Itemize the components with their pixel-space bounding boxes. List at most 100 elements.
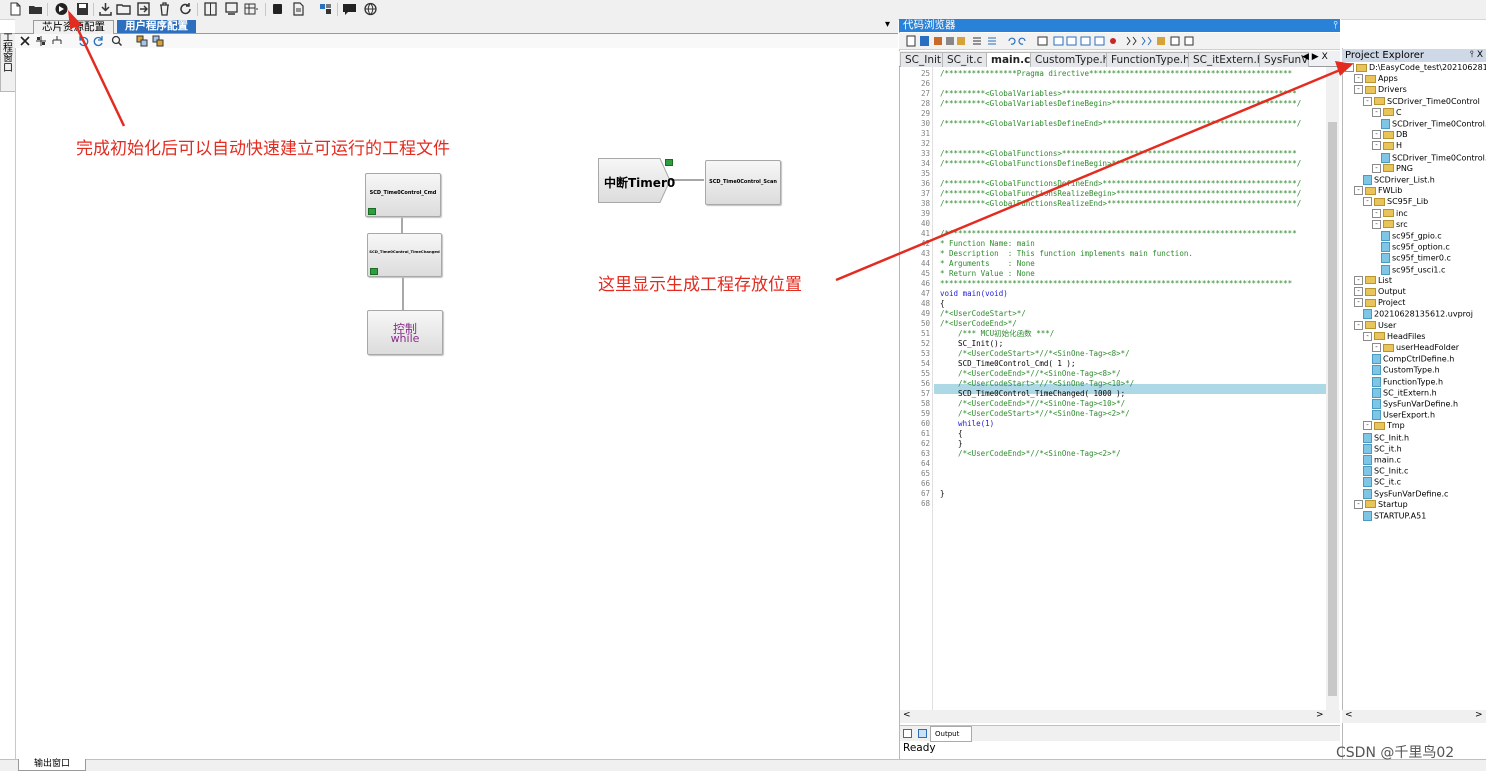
collapse-icon[interactable]: - bbox=[1354, 298, 1363, 308]
code-horizontal-scrollbar[interactable]: < > bbox=[900, 710, 1340, 723]
globe-icon[interactable] bbox=[363, 2, 378, 16]
code-toolbar-icons[interactable] bbox=[901, 35, 1201, 47]
code-tab[interactable]: FunctionType.h bbox=[1106, 52, 1195, 67]
save-icon[interactable] bbox=[75, 2, 90, 16]
open-folder-icon[interactable] bbox=[28, 2, 43, 16]
puzzle-icon[interactable] bbox=[318, 2, 333, 16]
tree-file-item[interactable]: STARTUP.A51 bbox=[1363, 511, 1426, 522]
tab-nav-controls[interactable]: ◀ ▶ X bbox=[1302, 52, 1328, 62]
tree-folder-item[interactable]: - List bbox=[1354, 275, 1392, 286]
node-port[interactable] bbox=[665, 159, 673, 166]
chat-icon[interactable] bbox=[342, 2, 357, 16]
tree-folder-item[interactable]: - DB bbox=[1372, 130, 1408, 140]
collapse-icon[interactable]: - bbox=[1363, 421, 1372, 431]
tree-folder-item[interactable]: - Output bbox=[1354, 287, 1406, 297]
tree-folder-item[interactable]: -C bbox=[1372, 107, 1402, 118]
align-icon[interactable] bbox=[35, 35, 47, 47]
panel-controls[interactable]: ⫯ X bbox=[1470, 49, 1483, 62]
collapse-icon[interactable]: - bbox=[1354, 74, 1363, 84]
import-icon[interactable] bbox=[136, 2, 151, 16]
layout-icon[interactable] bbox=[244, 2, 259, 16]
zoom-icon[interactable] bbox=[111, 35, 123, 47]
node-port[interactable] bbox=[370, 268, 378, 275]
node-time0control-scan[interactable]: SCD_Time0Control_Scan bbox=[705, 160, 781, 205]
document-icon[interactable] bbox=[291, 2, 306, 16]
tree-layout-icon[interactable] bbox=[51, 35, 65, 47]
tree-file-item[interactable]: sc95f_timer0.c bbox=[1381, 253, 1451, 264]
undo-icon[interactable] bbox=[77, 35, 89, 47]
scroll-left-icon[interactable]: < bbox=[1345, 710, 1353, 720]
node-control-while[interactable]: 控制 while bbox=[367, 310, 443, 355]
code-tab[interactable]: SC_itExtern.h bbox=[1188, 52, 1269, 67]
node-interrupt-timer0[interactable]: 中断Timer0 bbox=[598, 158, 675, 203]
collapse-icon[interactable]: - bbox=[1372, 343, 1381, 352]
tree-folder-item[interactable]: - Tmp bbox=[1363, 421, 1405, 431]
collapse-icon[interactable]: - bbox=[1363, 331, 1372, 341]
delete-icon[interactable] bbox=[157, 2, 172, 16]
collapse-icon[interactable]: - bbox=[1363, 197, 1372, 207]
collapse-icon[interactable]: - bbox=[1372, 163, 1381, 173]
tree-folder-item[interactable]: - PNG bbox=[1372, 163, 1413, 174]
code-tab-active[interactable]: main.c bbox=[986, 52, 1036, 67]
tree-file-item[interactable]: SC_Init.h bbox=[1363, 432, 1409, 444]
node-port[interactable] bbox=[368, 208, 376, 215]
tree-file-item[interactable]: SC_it.h bbox=[1363, 443, 1402, 455]
code-editor[interactable]: /****************Pragma directive*******… bbox=[934, 67, 1326, 710]
panel-dropdown-icon[interactable]: ▾ bbox=[885, 19, 890, 30]
tree-folder-item[interactable]: - Project bbox=[1354, 298, 1405, 308]
code-vertical-scrollbar[interactable] bbox=[1326, 67, 1339, 710]
collapse-icon[interactable]: - bbox=[1354, 499, 1363, 509]
tree-file-item[interactable]: 20210628135612.uvproj bbox=[1363, 309, 1473, 320]
output-window-tab[interactable]: 输出窗口 bbox=[18, 759, 86, 771]
tree-file-item[interactable]: SC_Init.c bbox=[1363, 466, 1408, 477]
tree-folder-item[interactable]: - HeadFiles bbox=[1363, 331, 1425, 342]
tree-file-item[interactable]: UserExport.h bbox=[1372, 410, 1435, 421]
tree-file-item[interactable]: CustomType.h bbox=[1372, 365, 1440, 376]
tree-file-item[interactable]: SC_it.c bbox=[1363, 477, 1401, 488]
collapse-icon[interactable]: - bbox=[1354, 186, 1363, 196]
tree-folder-item[interactable]: - userHeadFolder bbox=[1372, 343, 1459, 353]
tree-folder-item[interactable]: - SC95F_Lib bbox=[1363, 197, 1428, 207]
chip-icon[interactable] bbox=[270, 2, 285, 16]
tree-folder-item[interactable]: - User bbox=[1354, 320, 1396, 331]
collapse-icon[interactable]: - bbox=[1354, 320, 1363, 330]
book-icon[interactable] bbox=[203, 2, 218, 16]
refresh-icon[interactable] bbox=[178, 2, 193, 16]
tree-file-item[interactable]: SysFunVarDefine.h bbox=[1372, 399, 1458, 410]
run-icon[interactable] bbox=[54, 2, 69, 16]
tree-file-item[interactable]: SCDriver_Time0Control.c bbox=[1381, 119, 1486, 130]
copy-node-icon[interactable] bbox=[136, 35, 148, 47]
tree-folder-item[interactable]: - SCDriver_Time0Control bbox=[1363, 96, 1480, 107]
collapse-icon[interactable]: - bbox=[1354, 287, 1363, 296]
tree-folder-item[interactable]: -H bbox=[1372, 141, 1402, 151]
new-file-icon[interactable] bbox=[8, 2, 23, 16]
collapse-icon[interactable]: - bbox=[1354, 85, 1363, 95]
tree-file-item[interactable]: FunctionType.h bbox=[1372, 376, 1443, 388]
collapse-icon[interactable]: - bbox=[1372, 141, 1381, 151]
scroll-thumb[interactable] bbox=[1328, 122, 1337, 696]
monitor-icon[interactable] bbox=[224, 2, 239, 16]
tree-folder-item[interactable]: - src bbox=[1372, 219, 1408, 230]
tree-folder-item[interactable]: - D:\EasyCode_test\20210628135612 bbox=[1345, 63, 1486, 73]
code-tab[interactable]: CustomType.h bbox=[1030, 52, 1115, 67]
tree-folder-item[interactable]: - Drivers bbox=[1354, 85, 1407, 95]
tree-file-item[interactable]: SysFunVarDefine.c bbox=[1363, 488, 1448, 500]
node-time0control-timechanged[interactable]: SCD_Time0Control_TimeChanged bbox=[367, 233, 442, 277]
collapse-icon[interactable]: - bbox=[1363, 96, 1372, 106]
code-tab[interactable]: SC_it.c bbox=[942, 52, 988, 67]
tree-file-item[interactable]: sc95f_option.c bbox=[1381, 242, 1450, 253]
tree-file-item[interactable]: sc95f_usci1.c bbox=[1381, 264, 1445, 276]
tree-file-item[interactable]: CompCtrlDefine.h bbox=[1372, 354, 1454, 365]
scroll-right-icon[interactable]: > bbox=[1316, 710, 1324, 720]
tree-file-item[interactable]: SC_itExtern.h bbox=[1372, 387, 1437, 399]
tab-chip-resource-config[interactable]: 芯片资源配置 bbox=[33, 20, 114, 34]
collapse-icon[interactable]: - bbox=[1354, 275, 1363, 285]
tree-file-item[interactable]: main.c bbox=[1363, 455, 1401, 466]
scroll-left-icon[interactable]: < bbox=[903, 710, 911, 720]
collapse-icon[interactable]: - bbox=[1372, 219, 1381, 229]
tree-file-item[interactable]: sc95f_gpio.c bbox=[1381, 231, 1442, 242]
node-time0control-cmd[interactable]: SCD_Time0Control_Cmd bbox=[365, 173, 441, 217]
scroll-right-icon[interactable]: > bbox=[1475, 710, 1483, 720]
open-icon[interactable] bbox=[116, 2, 131, 16]
collapse-icon[interactable]: - bbox=[1372, 130, 1381, 140]
